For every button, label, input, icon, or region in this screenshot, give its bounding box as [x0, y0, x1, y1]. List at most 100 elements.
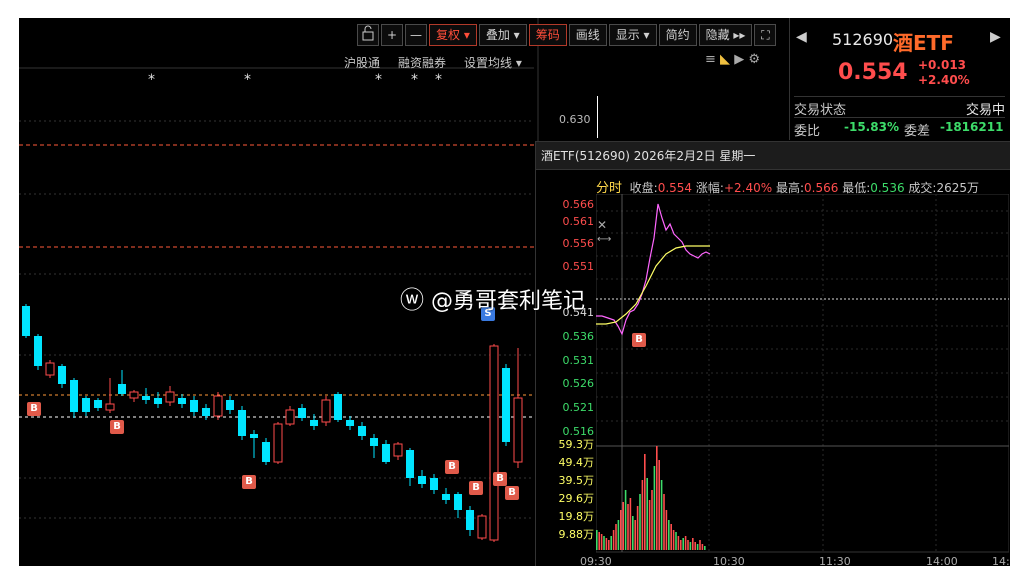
- candle-body[interactable]: [321, 399, 331, 423]
- buy-badge[interactable]: B: [632, 333, 646, 347]
- candle-body[interactable]: [250, 434, 258, 438]
- lock-button[interactable]: [357, 24, 379, 46]
- candle-body[interactable]: [94, 400, 102, 408]
- event-star[interactable]: *: [375, 72, 382, 88]
- volume-bar: [636, 506, 639, 550]
- candle-body[interactable]: [22, 306, 30, 336]
- zoom-out-button[interactable]: —: [405, 24, 427, 46]
- candle-body[interactable]: [358, 426, 366, 436]
- hgt-link[interactable]: 沪股通: [344, 54, 380, 71]
- candle-body[interactable]: [154, 398, 162, 404]
- chouma-button[interactable]: 筹码: [528, 24, 567, 46]
- candle-body[interactable]: [430, 478, 438, 490]
- status-value: 交易中: [965, 103, 1005, 118]
- candle-body[interactable]: [418, 476, 426, 484]
- resize-arrow-icon[interactable]: ⟷: [597, 234, 611, 245]
- candle-body[interactable]: [238, 410, 246, 436]
- chip-arrow-icon[interactable]: ▶: [734, 52, 744, 67]
- event-star[interactable]: *: [435, 72, 442, 88]
- candle-body[interactable]: [58, 366, 66, 384]
- volume-bar: [665, 510, 668, 550]
- candle-body[interactable]: [190, 400, 198, 412]
- buy-badge[interactable]: B: [242, 475, 256, 489]
- candle-body[interactable]: [82, 398, 90, 412]
- candle-body[interactable]: [466, 510, 474, 530]
- intraday-chart[interactable]: [596, 194, 1009, 554]
- popup-title: 酒ETF(512690) 2026年2月2日 星期一: [536, 142, 1010, 170]
- candle-body[interactable]: [310, 420, 318, 426]
- candle-body[interactable]: [213, 395, 223, 417]
- fullscreen-button[interactable]: ⛶: [754, 24, 777, 46]
- close-icon[interactable]: ✕: [597, 218, 607, 232]
- candle-body[interactable]: [34, 336, 42, 366]
- candle-body[interactable]: [129, 391, 139, 399]
- candle-body[interactable]: [513, 397, 523, 463]
- volume-bar: [598, 532, 600, 550]
- jianyue-button[interactable]: 简约: [658, 24, 697, 46]
- volume-bar: [684, 536, 687, 550]
- high-value: 0.566: [804, 181, 839, 195]
- candle-body[interactable]: [489, 345, 499, 541]
- candle-body[interactable]: [406, 450, 414, 478]
- buy-badge[interactable]: B: [27, 402, 41, 416]
- last-price: 0.554: [838, 60, 908, 85]
- candle-body[interactable]: [370, 438, 378, 446]
- buy-badge[interactable]: B: [445, 460, 459, 474]
- volume-bar: [608, 540, 610, 550]
- candle-body[interactable]: [226, 400, 234, 410]
- time-label: 14:00: [926, 555, 958, 566]
- candle-body[interactable]: [70, 380, 78, 412]
- volume-bar: [696, 544, 699, 550]
- candle-body[interactable]: [298, 408, 306, 418]
- candle-body[interactable]: [105, 403, 115, 411]
- buy-badge[interactable]: B: [469, 481, 483, 495]
- rzrq-link[interactable]: 融资融券: [398, 54, 446, 71]
- candle-body[interactable]: [45, 362, 55, 376]
- buy-badge[interactable]: B: [505, 486, 519, 500]
- candle-body[interactable]: [477, 515, 487, 539]
- event-star[interactable]: *: [411, 72, 418, 88]
- candle-body[interactable]: [142, 396, 150, 400]
- chip-flag-icon[interactable]: ◣: [720, 52, 730, 67]
- vol-axis-label: 19.8万: [558, 510, 595, 523]
- volume-bar: [610, 536, 612, 550]
- candle-body[interactable]: [334, 394, 342, 420]
- candle-body[interactable]: [178, 398, 186, 404]
- vol-value: 2625万: [936, 181, 980, 195]
- event-star[interactable]: *: [148, 72, 155, 88]
- chart-subbar: 沪股通 融资融券 设置均线 ▾: [344, 54, 522, 71]
- diejia-button[interactable]: 叠加 ▾: [478, 24, 527, 46]
- gear-icon[interactable]: ⚙: [748, 52, 760, 67]
- candle-body[interactable]: [273, 423, 283, 463]
- candle-body[interactable]: [118, 384, 126, 394]
- zoom-in-button[interactable]: +: [381, 24, 403, 46]
- y-label: 0.531: [562, 354, 595, 367]
- volume-bar: [624, 490, 627, 550]
- candle-body[interactable]: [502, 368, 510, 442]
- candle-body[interactable]: [285, 409, 295, 425]
- fuquan-button[interactable]: 复权 ▾: [429, 24, 477, 46]
- candle-body[interactable]: [442, 494, 450, 500]
- ma-settings-link[interactable]: 设置均线 ▾: [464, 54, 522, 71]
- intraday-popup[interactable]: 酒ETF(512690) 2026年2月2日 星期一 分时 收盘:0.554 涨…: [535, 141, 1010, 566]
- xianshi-button[interactable]: 显示 ▾: [608, 24, 657, 46]
- candle-body[interactable]: [382, 444, 390, 462]
- candle-body[interactable]: [346, 420, 354, 426]
- event-star[interactable]: *: [244, 72, 251, 88]
- watermark-text: @勇哥套利笔记: [431, 289, 586, 314]
- next-stock-icon[interactable]: ▶: [990, 29, 1001, 45]
- volume-bar: [605, 538, 608, 550]
- chip-menu-icon[interactable]: ≡: [705, 52, 716, 67]
- buy-badge[interactable]: B: [493, 472, 507, 486]
- buy-badge[interactable]: B: [110, 420, 124, 434]
- huaxian-button[interactable]: 画线: [568, 24, 607, 46]
- yincang-button[interactable]: 隐藏 ▸▸: [698, 24, 753, 46]
- volume-bar: [622, 502, 624, 550]
- candle-body[interactable]: [202, 408, 210, 416]
- candle-body[interactable]: [165, 391, 175, 403]
- prev-stock-icon[interactable]: ◀: [796, 29, 807, 45]
- candle-body[interactable]: [454, 494, 462, 510]
- volume-bar: [600, 534, 603, 550]
- candle-body[interactable]: [262, 442, 270, 462]
- candle-body[interactable]: [393, 443, 403, 457]
